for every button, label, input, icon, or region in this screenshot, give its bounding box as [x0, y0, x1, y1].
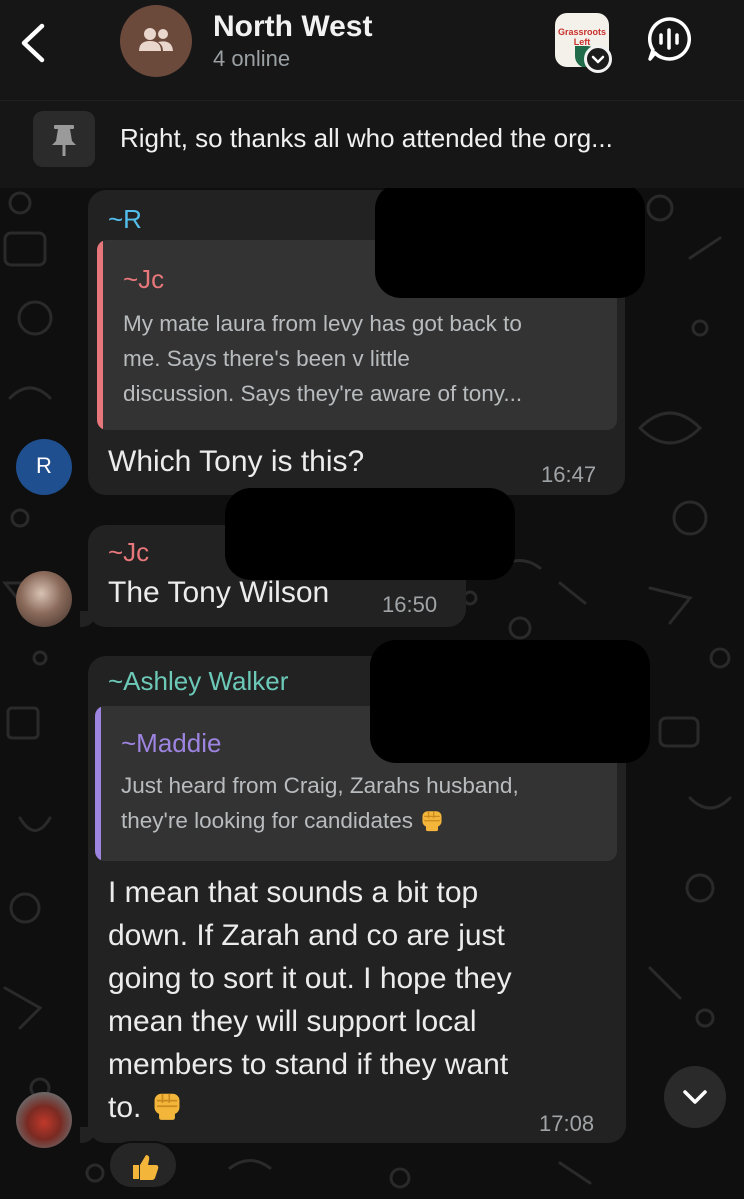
message-list[interactable]: ~R ~Jc My mate laura from levy has got b… [0, 188, 744, 1199]
raised-fist-emoji-icon [154, 1093, 180, 1120]
pinned-message-bar[interactable]: Right, so thanks all who attended the or… [0, 100, 744, 188]
message-text-line: mean they will support local [108, 1005, 477, 1038]
audio-chat-icon[interactable] [645, 15, 693, 63]
group-avatar[interactable] [120, 5, 192, 77]
chat-header: North West 4 online Grassroots Left [0, 0, 744, 100]
avatar[interactable] [16, 571, 72, 627]
message-text-line: to. [108, 1091, 142, 1124]
chevron-down-icon [683, 1090, 707, 1104]
thumbs-up-emoji-icon [133, 1155, 159, 1180]
community-logo-text: Grassroots Left [557, 27, 607, 47]
quote-accent-bar [95, 706, 101, 861]
chevron-down-badge-icon[interactable] [584, 45, 612, 73]
quote-accent-bar [97, 240, 103, 430]
raised-fist-emoji-icon [422, 811, 442, 832]
group-people-icon [139, 28, 173, 51]
redaction-block [370, 640, 650, 763]
quoted-text-line-with-emoji: they're looking for candidates [121, 803, 445, 838]
chat-title[interactable]: North West [213, 10, 372, 44]
message-text: Which Tony is this? [108, 445, 365, 478]
message-time: 16:50 [382, 592, 438, 617]
back-arrow-icon[interactable] [14, 18, 54, 68]
reaction-pill[interactable] [108, 1141, 178, 1189]
pin-icon [52, 125, 76, 156]
message-time: 17:08 [539, 1111, 595, 1136]
avatar[interactable] [16, 1092, 72, 1148]
message-sender[interactable]: ~Jc [108, 537, 149, 568]
quoted-text-line: they're looking for candidates [121, 808, 413, 833]
quoted-text-line: discussion. Says they're aware of tony..… [123, 381, 523, 406]
message-text-last-line: to. [108, 1086, 184, 1129]
avatar-letter: R [36, 453, 52, 478]
message-text-line: I mean that sounds a bit top [108, 876, 479, 909]
scroll-to-bottom-button[interactable] [664, 1066, 726, 1128]
message-text-line: down. If Zarah and co are just [108, 919, 505, 952]
message-sender[interactable]: ~R [108, 204, 142, 235]
redaction-block [225, 488, 515, 580]
pin-icon-box [33, 111, 95, 167]
quoted-text-line: Just heard from Craig, Zarahs husband, [121, 773, 519, 798]
message-text-line: going to sort it out. I hope they [108, 962, 512, 995]
quoted-text-line: My mate laura from levy has got back to [123, 311, 522, 336]
pinned-message-text: Right, so thanks all who attended the or… [120, 123, 613, 153]
online-status: 4 online [213, 46, 291, 71]
quoted-sender: ~Maddie [121, 728, 222, 758]
message-sender[interactable]: ~Ashley Walker [108, 666, 288, 697]
avatar[interactable]: R [16, 439, 72, 495]
quoted-sender: ~Jc [123, 264, 165, 294]
redaction-block [375, 188, 645, 298]
quoted-text-line: me. Says there's been v little [123, 346, 410, 371]
message-text-line: members to stand if they want [108, 1048, 509, 1081]
message-time: 16:47 [541, 462, 597, 487]
